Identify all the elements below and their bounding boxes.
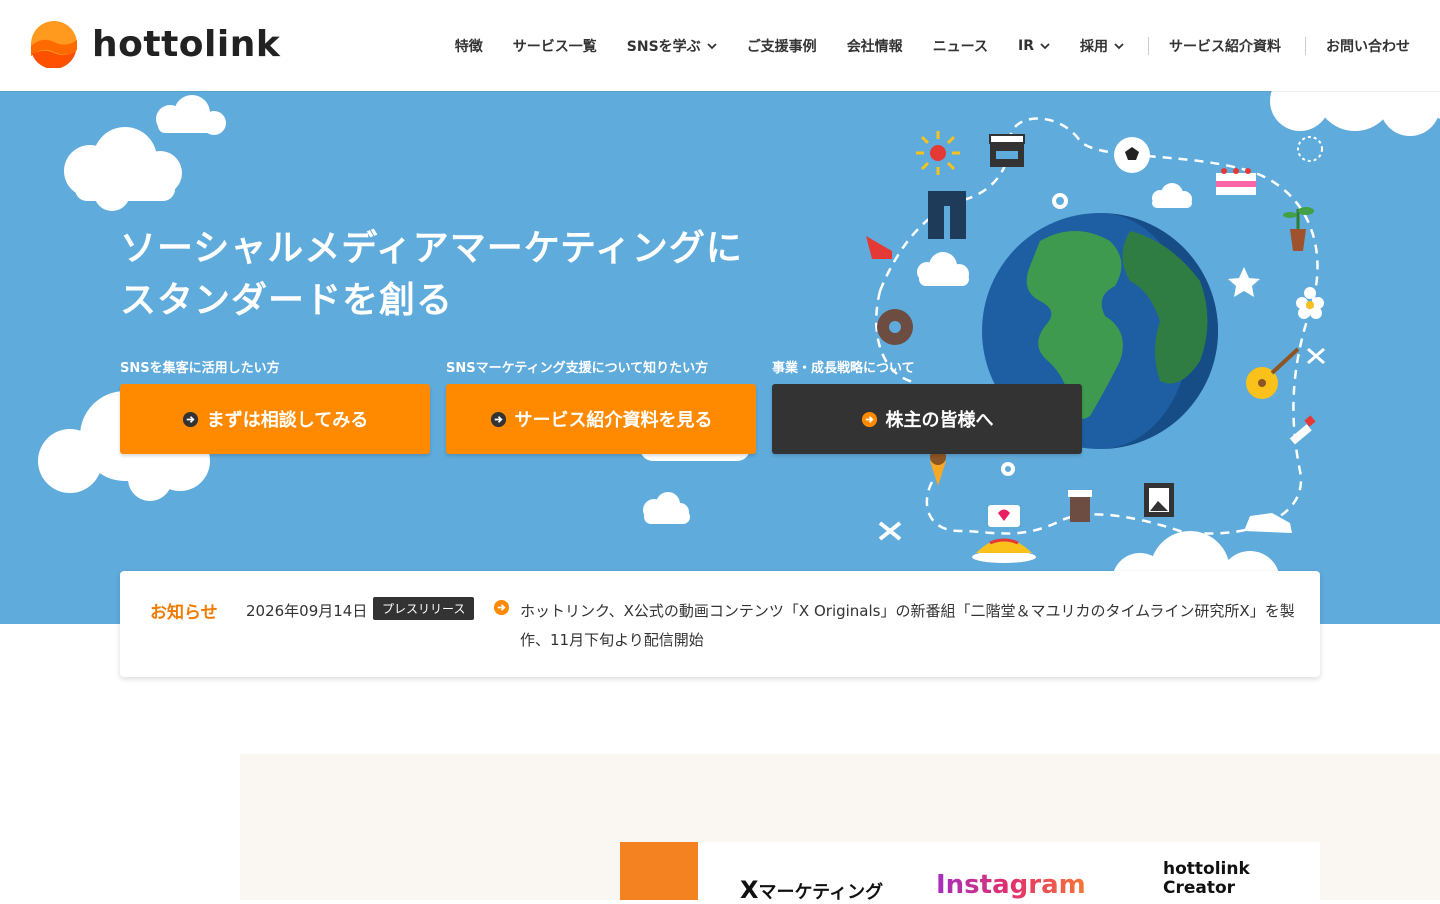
nav-label: サービス一覧 xyxy=(512,38,597,55)
arrow-circle-icon xyxy=(493,599,510,616)
services-tab-accent xyxy=(620,842,698,900)
nav-item-recruit[interactable]: 採用 xyxy=(1080,36,1124,56)
consult-button[interactable]: まずは相談してみる xyxy=(120,384,430,454)
service-creator-line2: Creator xyxy=(1163,878,1236,898)
service-creator-line1: hottolink xyxy=(1163,859,1250,879)
nav-label: ニュース xyxy=(932,38,988,55)
news-bar: お知らせ 2026年09月14日 プレスリリース ホットリンク、X公式の動画コン… xyxy=(120,571,1320,677)
arrow-circle-icon xyxy=(182,411,198,427)
nav-divider xyxy=(1148,36,1149,55)
cloud-icon xyxy=(38,91,1440,611)
nav-item-service-docs[interactable]: サービス紹介資料 xyxy=(1169,36,1281,56)
logo[interactable]: hottolink xyxy=(30,20,280,68)
nav-label: ご支援事例 xyxy=(746,38,817,55)
hero-title-line2: スタンダードを創る xyxy=(120,280,454,321)
hero-title: ソーシャルメディアマーケティングに スタンダードを創る xyxy=(120,223,743,327)
service-instagram[interactable]: Instagram xyxy=(936,870,1086,900)
site-header: hottolink 特徴 サービス一覧 SNSを学ぶ ご支援事例 会社情報 ニュ… xyxy=(0,0,1440,91)
nav-item-contact[interactable]: お問い合わせ xyxy=(1326,36,1410,56)
nav-item-cases[interactable]: ご支援事例 xyxy=(747,36,817,56)
news-category-badge: プレスリリース xyxy=(373,597,475,620)
cta-caption-docs: SNSマーケティング支援について知りたい方 xyxy=(446,361,709,376)
cta-label: サービス紹介資料を見る xyxy=(514,410,713,431)
nav-label: IR xyxy=(1018,37,1034,54)
news-link[interactable]: ホットリンク、X公式の動画コンテンツ「X Originals」の新番組「二階堂＆… xyxy=(520,597,1300,655)
logo-mark-icon xyxy=(31,21,77,68)
chevron-down-icon xyxy=(707,42,717,49)
service-docs-button[interactable]: サービス紹介資料を見る xyxy=(446,384,756,454)
nav-label: お問い合わせ xyxy=(1326,38,1410,55)
main-nav: 特徴 サービス一覧 SNSを学ぶ ご支援事例 会社情報 ニュース IR 採用 サ… xyxy=(425,0,1410,91)
nav-label: 特徴 xyxy=(454,38,483,55)
shareholders-button[interactable]: 株主の皆様へ xyxy=(772,384,1082,454)
chevron-down-icon xyxy=(1040,42,1050,49)
cta-caption-consult: SNSを集客に活用したい方 xyxy=(120,361,280,376)
nav-item-news[interactable]: ニュース xyxy=(933,36,988,56)
nav-label: SNSを学ぶ xyxy=(626,38,701,55)
arrow-circle-icon xyxy=(861,411,877,427)
news-heading[interactable]: お知らせ xyxy=(150,598,218,623)
nav-divider xyxy=(1305,36,1306,55)
logo-text: hottolink xyxy=(92,23,281,65)
cta-label: 株主の皆様へ xyxy=(885,410,994,431)
arrow-circle-icon xyxy=(490,411,506,427)
nav-item-services[interactable]: サービス一覧 xyxy=(513,36,597,56)
nav-item-company[interactable]: 会社情報 xyxy=(847,36,903,56)
nav-label: サービス紹介資料 xyxy=(1169,38,1281,55)
nav-item-learn-sns[interactable]: SNSを学ぶ xyxy=(627,36,717,56)
cta-caption-ir: 事業・成長戦略について xyxy=(772,361,915,376)
hero: ソーシャルメディアマーケティングに スタンダードを創る SNSを集客に活用したい… xyxy=(0,91,1440,624)
nav-item-ir[interactable]: IR xyxy=(1018,38,1050,54)
hero-title-line1: ソーシャルメディアマーケティングに xyxy=(120,228,743,269)
nav-label: 採用 xyxy=(1080,38,1108,55)
cta-label: まずは相談してみる xyxy=(206,410,369,431)
chevron-down-icon xyxy=(1114,42,1124,49)
service-hottolink-creator[interactable]: hottolink Creator xyxy=(1163,860,1250,898)
news-date: 2026年09月14日 xyxy=(246,602,368,620)
nav-item-features[interactable]: 特徴 xyxy=(455,36,483,56)
nav-label: 会社情報 xyxy=(846,38,903,55)
